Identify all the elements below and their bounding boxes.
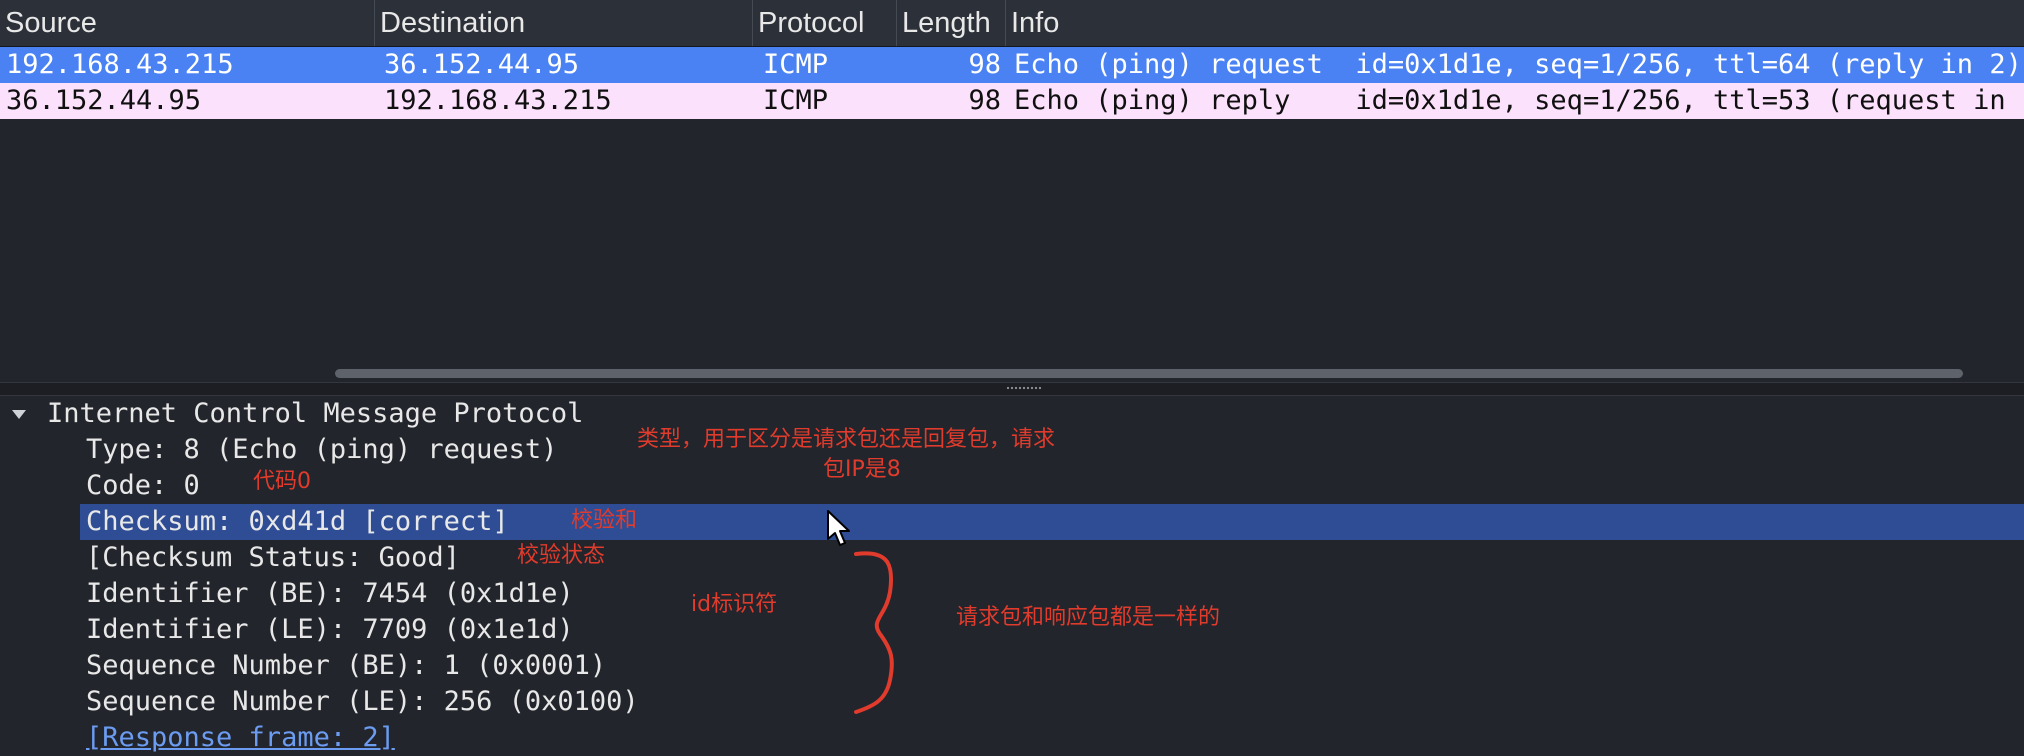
column-header-info[interactable]: Info — [1006, 0, 2024, 46]
annotation-type-note-line2: 包IP是8 — [823, 457, 901, 482]
annotation-code-note: 代码0 — [253, 469, 311, 494]
packet-protocol: ICMP — [763, 49, 829, 80]
annotation-checksum-status-note: 校验状态 — [517, 543, 606, 568]
tree-item-response-frame[interactable]: [Response frame: 2] — [0, 720, 2024, 756]
packet-list-header: Source Destination Protocol Length Info — [0, 0, 2024, 47]
annotation-type-note-line1: 类型，用于区分是请求包还是回复包，请求 — [637, 427, 1056, 452]
tree-item-label: Internet Control Message Protocol — [47, 398, 584, 429]
column-header-protocol[interactable]: Protocol — [753, 0, 897, 46]
packet-protocol: ICMP — [763, 85, 829, 116]
tree-item-sequence-be[interactable]: Sequence Number (BE): 1 (0x0001) — [0, 648, 2024, 684]
packet-row-selected[interactable]: 192.168.43.215 36.152.44.95 ICMP 98 Echo… — [0, 47, 2024, 83]
field-identifier-be: Identifier (BE): 7454 (0x1d1e) — [86, 578, 574, 609]
field-code: Code: 0 — [86, 470, 200, 501]
annotation-id-note: id标识符 — [691, 592, 778, 617]
packet-row[interactable]: 36.152.44.95 192.168.43.215 ICMP 98 Echo… — [0, 83, 2024, 119]
packet-info: Echo (ping) reply id=0x1d1e, seq=1/256, … — [1014, 85, 2024, 116]
packet-info: Echo (ping) request id=0x1d1e, seq=1/256… — [1014, 49, 2022, 80]
mouse-cursor-icon — [827, 510, 850, 546]
column-header-source[interactable]: Source — [0, 0, 375, 46]
packet-list-pane: Source Destination Protocol Length Info … — [0, 0, 2024, 382]
column-header-destination[interactable]: Destination — [375, 0, 753, 46]
column-header-length[interactable]: Length — [897, 0, 1006, 46]
brace-annotation-icon — [854, 551, 894, 714]
annotation-same-note: 请求包和响应包都是一样的 — [956, 605, 1221, 630]
packet-length: 98 — [968, 49, 1001, 80]
expand-arrow-icon[interactable] — [12, 410, 26, 419]
pane-splitter[interactable] — [0, 382, 2024, 396]
field-type: Type: 8 (Echo (ping) request) — [86, 434, 558, 465]
packet-source: 36.152.44.95 — [6, 85, 202, 116]
packet-source: 192.168.43.215 — [6, 49, 234, 80]
field-checksum: Checksum: 0xd41d [correct] — [86, 506, 509, 537]
field-sequence-be: Sequence Number (BE): 1 (0x0001) — [86, 650, 607, 681]
field-sequence-le: Sequence Number (LE): 256 (0x0100) — [86, 686, 639, 717]
annotation-checksum-note: 校验和 — [571, 508, 638, 533]
field-identifier-le: Identifier (LE): 7709 (0x1e1d) — [86, 614, 574, 645]
horizontal-scrollbar[interactable] — [335, 369, 1963, 378]
tree-item-checksum-status[interactable]: [Checksum Status: Good] — [0, 540, 2024, 576]
response-frame-link[interactable]: [Response frame: 2] — [86, 720, 395, 756]
packet-destination: 36.152.44.95 — [384, 49, 580, 80]
tree-item-checksum-selected[interactable]: Checksum: 0xd41d [correct] — [80, 504, 2024, 540]
splitter-grip-icon[interactable] — [1006, 386, 1042, 390]
tree-item-sequence-le[interactable]: Sequence Number (LE): 256 (0x0100) — [0, 684, 2024, 720]
field-checksum-status: [Checksum Status: Good] — [86, 542, 460, 573]
packet-length: 98 — [968, 85, 1001, 116]
packet-destination: 192.168.43.215 — [384, 85, 612, 116]
